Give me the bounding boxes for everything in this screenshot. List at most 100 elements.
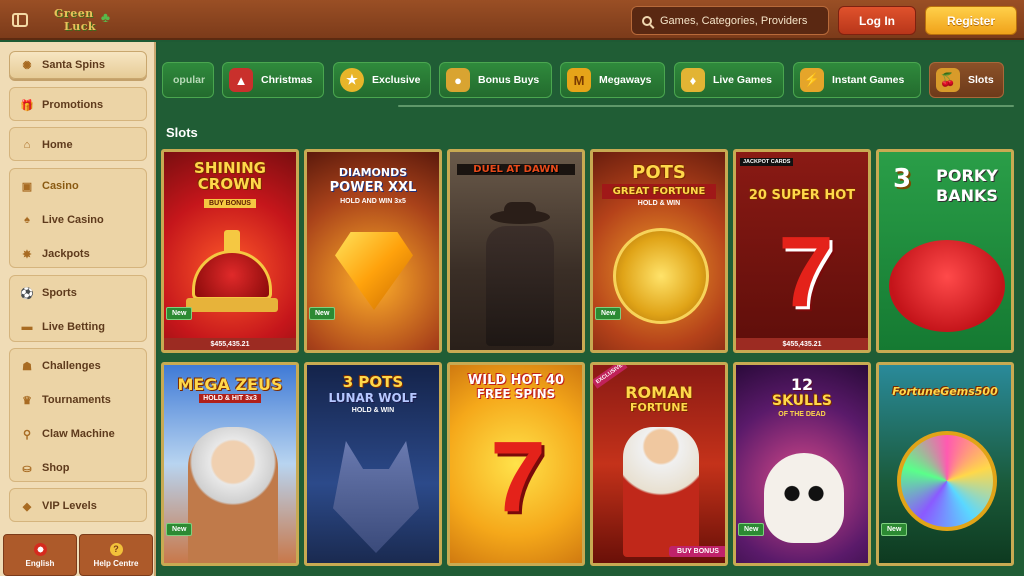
megaways-icon: M (567, 68, 591, 92)
menu-toggle-button[interactable] (0, 0, 40, 40)
clover-icon: ♣ (100, 9, 110, 25)
game-tile-wild-hot-40[interactable]: WILD HOT 40 FREE SPINS 7 (447, 362, 585, 566)
category-tab-christmas[interactable]: ▲ Christmas (222, 62, 324, 98)
sidebar-item-shop[interactable]: ⛀ Shop (10, 451, 146, 485)
cowboy-art (480, 202, 560, 350)
game-title-line-2: BANKS (936, 186, 998, 205)
sidebar-item-casino[interactable]: ▣ Casino (10, 169, 146, 203)
category-label: Instant Games (832, 74, 905, 86)
category-label: Slots (968, 74, 994, 86)
category-tab-megaways[interactable]: M Megaways (560, 62, 665, 98)
category-tab-popular[interactable]: opular (162, 62, 214, 98)
sidebar-item-tournaments[interactable]: ♛ Tournaments (10, 383, 146, 417)
sidebar-item-live-betting[interactable]: ▬ Live Betting (10, 310, 146, 344)
gift-icon: 🎁 (20, 99, 34, 112)
search-icon (642, 15, 652, 26)
sidebar: ✺ Santa Spins 🎁 Promotions ⌂ Home ▣ Casi… (0, 42, 156, 576)
category-label: Bonus Buys (478, 74, 540, 86)
game-tile-roman-fortune[interactable]: EXCLUSIVE ROMAN FORTUNE BUY BONUS (590, 362, 728, 566)
green-luck-logo[interactable]: Green Luck ♣ (52, 4, 114, 36)
seven-bell-art: 7 (490, 421, 546, 533)
sidebar-group-sports: ⚽ Sports ▬ Live Betting (9, 275, 147, 342)
language-button[interactable]: English (3, 534, 77, 576)
game-tile-pots-great-fortune[interactable]: POTS GREAT FORTUNE HOLD & WIN New (590, 149, 728, 353)
category-tab-instant-games[interactable]: ⚡ Instant Games (793, 62, 921, 98)
category-label: Exclusive (372, 74, 421, 86)
wolf-art (333, 441, 419, 553)
claw-icon: ⚲ (22, 428, 32, 441)
game-title: FortuneGems500 (892, 385, 998, 398)
sidebar-item-label: Tournaments (42, 394, 111, 406)
game-tile-3-porky-banks[interactable]: 3 PORKY BANKS (876, 149, 1014, 353)
game-subtitle-wrap: HOLD & HIT 3x3 (164, 394, 296, 403)
game-tile-diamonds-power-xxl[interactable]: DIAMONDS POWER XXL HOLD AND WIN 3x5 New (304, 149, 442, 353)
lightning-icon: ⚡ (800, 68, 824, 92)
game-tile-duel-at-dawn[interactable]: DUEL AT DAWN (447, 149, 585, 353)
game-tile-12-skulls-of-the-dead[interactable]: 12 SKULLS OF THE DEAD New (733, 362, 871, 566)
sidebar-item-label: Live Betting (42, 321, 105, 333)
gold-coin-art (613, 228, 709, 324)
diamond-art (335, 232, 413, 310)
game-tile-fortune-gems-500[interactable]: FortuneGems500 New (876, 362, 1014, 566)
game-tile-mega-zeus[interactable]: MEGA ZEUS HOLD & HIT 3x3 New (161, 362, 299, 566)
game-tile-3-pots-lunar-wolf[interactable]: 3 POTS LUNAR WOLF HOLD & WIN (304, 362, 442, 566)
logo-text: Green Luck (54, 7, 96, 33)
category-tab-slots[interactable]: 🍒 Slots (929, 62, 1004, 98)
search-placeholder: Games, Categories, Providers (660, 14, 808, 27)
game-title-line-2: POWER XXL (329, 180, 417, 195)
cards-icon: ♠ (24, 214, 30, 226)
game-title: 20 SUPER HOT (748, 188, 856, 203)
sidebar-item-label: VIP Levels (42, 500, 97, 512)
category-tab-bonus-buys[interactable]: ● Bonus Buys (439, 62, 552, 98)
help-centre-label: Help Centre (93, 558, 139, 568)
jackpot-cards-label: JACKPOT CARDS (740, 158, 794, 166)
cards-icon: ♦ (681, 68, 705, 92)
game-title-line-2: CROWN (197, 175, 263, 193)
sidebar-item-home[interactable]: ⌂ Home (10, 128, 146, 162)
category-scrollbar[interactable] (398, 105, 1014, 107)
sidebar-group-casino: ▣ Casino ♠ Live Casino ✸ Jackpots (9, 168, 147, 268)
santa-spins-button[interactable]: ✺ Santa Spins (9, 51, 147, 79)
game-title-line-2: GREAT FORTUNE (602, 184, 716, 199)
game-tile-shining-crown[interactable]: SHINING CROWN BUY BONUS New $455,435.21 (161, 149, 299, 353)
language-label: English (25, 558, 55, 568)
register-button[interactable]: Register (925, 6, 1017, 35)
new-badge: New (881, 523, 908, 536)
skull-art (764, 453, 844, 543)
logo-line-1: Green (54, 7, 94, 20)
sidebar-item-jackpots[interactable]: ✸ Jackpots (10, 237, 146, 271)
new-badge: New (166, 307, 193, 320)
category-tab-live-games[interactable]: ♦ Live Games (674, 62, 784, 98)
sidebar-item-challenges[interactable]: ☗ Challenges (10, 349, 146, 383)
sidebar-group-extras: ☗ Challenges ♛ Tournaments ⚲ Claw Machin… (9, 348, 147, 482)
game-subtitle: HOLD & WIN (351, 407, 395, 414)
category-tab-exclusive[interactable]: ★ Exclusive (333, 62, 431, 98)
sidebar-item-sports[interactable]: ⚽ Sports (10, 276, 146, 310)
sidebar-item-claw-machine[interactable]: ⚲ Claw Machine (10, 417, 146, 451)
help-icon: ? (109, 542, 123, 556)
seven-art: 7 (778, 216, 834, 328)
game-title: ROMAN (625, 383, 693, 402)
new-badge: New (309, 307, 336, 320)
trophy-icon: ♛ (22, 394, 32, 407)
login-button[interactable]: Log In (838, 6, 916, 35)
slot-machine-icon: ▣ (21, 180, 33, 193)
game-subtitle: BUY BONUS (669, 546, 725, 557)
search-input[interactable]: Games, Categories, Providers (631, 6, 829, 35)
sidebar-item-label: Challenges (42, 360, 101, 372)
game-title: POTS (632, 162, 686, 183)
santa-spins-row: ✺ Santa Spins (10, 52, 146, 78)
new-badge: New (595, 307, 622, 320)
emperor-art (623, 427, 699, 557)
crown-art (186, 230, 278, 320)
santa-hat-icon: ▲ (229, 68, 253, 92)
sidebar-item-promotions[interactable]: 🎁 Promotions (10, 88, 146, 122)
santa-spins-label: Santa Spins (42, 59, 105, 71)
game-tile-20-super-hot[interactable]: JACKPOT CARDS 20 SUPER HOT 7 $455,435.21 (733, 149, 871, 353)
help-centre-button[interactable]: ? Help Centre (79, 534, 153, 576)
sidebar-item-live-casino[interactable]: ♠ Live Casino (10, 203, 146, 237)
game-subtitle: HOLD & WIN (637, 200, 681, 207)
ball-icon: ⚽ (20, 287, 34, 300)
game-subtitle: BUY BONUS (204, 199, 256, 208)
sidebar-item-vip-levels[interactable]: ◆ VIP Levels (10, 489, 146, 523)
